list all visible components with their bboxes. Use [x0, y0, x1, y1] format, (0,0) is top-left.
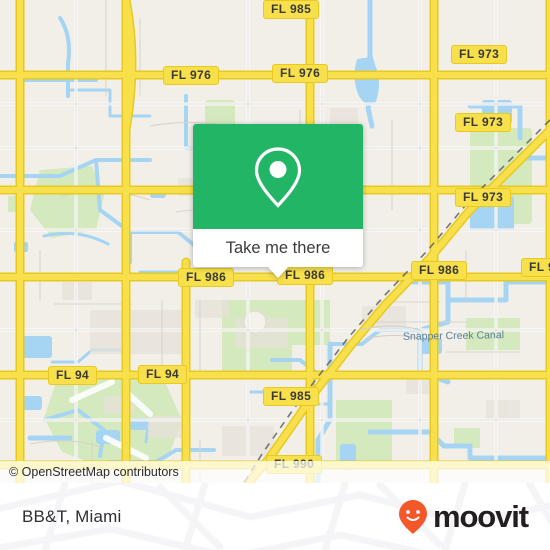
callout-action-panel[interactable]: Take me there [193, 229, 363, 278]
road-shield: FL 976 [272, 64, 329, 83]
road-shield: FL 94 [48, 366, 98, 385]
take-me-there-callout[interactable]: Take me there [193, 124, 363, 278]
moovit-brand[interactable]: moovit [398, 498, 529, 535]
place-title: BB&T, Miami [22, 506, 122, 526]
road-shield: FL 973 [451, 45, 508, 64]
road-shield: FL 973 [455, 188, 512, 207]
road-shield: FL 986 [178, 268, 235, 287]
road-shield: FL 976 [163, 66, 220, 85]
road-shield: FL 985 [263, 0, 320, 19]
map-attribution[interactable]: © OpenStreetMap contributors [0, 461, 550, 483]
moovit-wordmark: moovit [432, 498, 529, 534]
moovit-smiley-pin-icon [398, 499, 427, 534]
road-shield: FL 9 [521, 258, 550, 277]
canal-label: Snapper Creek Canal [402, 329, 505, 343]
road-shield: FL 985 [263, 387, 320, 406]
callout-pointer [267, 266, 289, 278]
road-shield: FL 986 [411, 261, 468, 280]
map-canvas[interactable]: FL 985 FL 973 FL 976 FL 976 FL 973 FL 97… [0, 0, 550, 483]
road-shield: FL 94 [138, 365, 188, 384]
callout-action-label: Take me there [225, 238, 331, 257]
screenshot-root: FL 985 FL 973 FL 976 FL 976 FL 973 FL 97… [0, 0, 550, 550]
callout-icon-panel [193, 124, 363, 229]
footer-bar: BB&T, Miami moovit [0, 483, 550, 550]
location-pin-icon [254, 146, 302, 208]
road-shield: FL 973 [455, 113, 512, 132]
